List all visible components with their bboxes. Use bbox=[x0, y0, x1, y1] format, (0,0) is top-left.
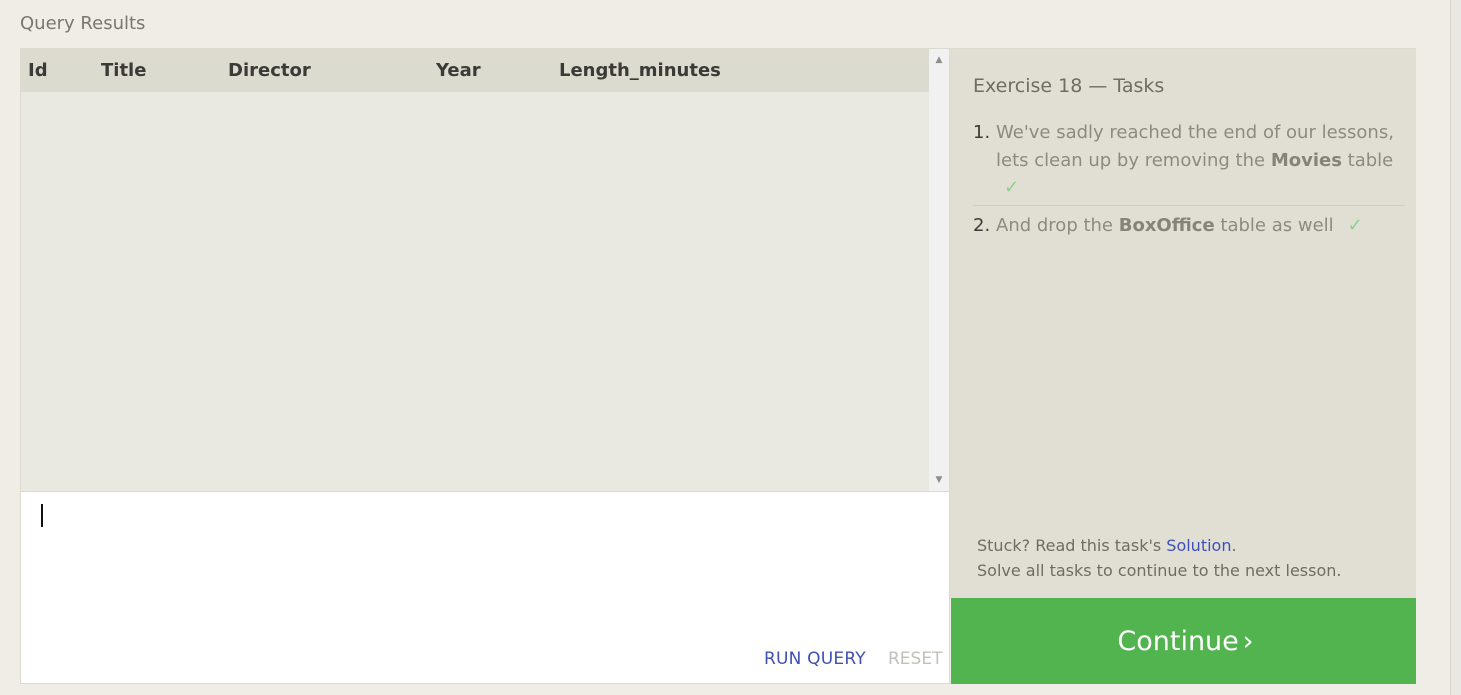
scroll-up-arrow-icon[interactable]: ▲ bbox=[929, 55, 949, 65]
task-list: 1. We've sadly reached the end of our le… bbox=[973, 119, 1405, 240]
task-complete-check-icon: ✓ bbox=[1347, 215, 1363, 236]
query-results-panel: Id Title Director Year Length_minutes ▲ … bbox=[20, 48, 950, 492]
page-scrollbar-track[interactable] bbox=[1450, 0, 1461, 695]
task-item: 2. And drop the BoxOffice table as well ✓ bbox=[973, 205, 1405, 240]
results-scrollbar[interactable]: ▲ ▼ bbox=[929, 49, 949, 491]
scroll-down-arrow-icon[interactable]: ▼ bbox=[929, 475, 949, 485]
task-table-name: Movies bbox=[1270, 150, 1342, 171]
help-line-2: Solve all tasks to continue to the next … bbox=[977, 561, 1342, 580]
task-text: And drop the BoxOffice table as well bbox=[996, 215, 1334, 236]
solution-link[interactable]: Solution bbox=[1166, 536, 1231, 555]
task-item: 1. We've sadly reached the end of our le… bbox=[973, 119, 1405, 201]
column-header-director: Director bbox=[221, 49, 429, 92]
task-text: We've sadly reached the end of our lesso… bbox=[996, 122, 1394, 171]
continue-label: Continue bbox=[1117, 625, 1239, 657]
column-header-length-minutes: Length_minutes bbox=[552, 49, 929, 92]
reset-button[interactable]: RESET bbox=[888, 649, 942, 669]
run-query-button[interactable]: RUN QUERY bbox=[764, 649, 866, 669]
chevron-right-icon: › bbox=[1242, 625, 1254, 657]
column-header-id: Id bbox=[21, 49, 94, 92]
results-table: Id Title Director Year Length_minutes bbox=[21, 49, 929, 92]
table-header-row: Id Title Director Year Length_minutes bbox=[21, 49, 929, 92]
task-number: 2. bbox=[973, 215, 991, 236]
sqlbolt-exercise-page: Query Results Id Title Director Year Len… bbox=[0, 0, 1461, 695]
task-number: 1. bbox=[973, 122, 991, 143]
help-text: Stuck? Read this task's Solution. Solve … bbox=[977, 536, 1342, 580]
sql-editor[interactable]: RUN QUERY RESET bbox=[20, 492, 950, 684]
tasks-title: Exercise 18 — Tasks bbox=[973, 75, 1165, 97]
column-header-title: Title bbox=[94, 49, 221, 92]
continue-button[interactable]: Continue › bbox=[951, 598, 1416, 684]
task-table-name: BoxOffice bbox=[1118, 215, 1215, 236]
column-header-year: Year bbox=[429, 49, 552, 92]
task-complete-check-icon: ✓ bbox=[1004, 177, 1020, 198]
query-results-label: Query Results bbox=[20, 13, 146, 34]
tasks-panel: Exercise 18 — Tasks 1. We've sadly reach… bbox=[950, 48, 1416, 598]
sql-editor-input[interactable] bbox=[41, 500, 925, 634]
